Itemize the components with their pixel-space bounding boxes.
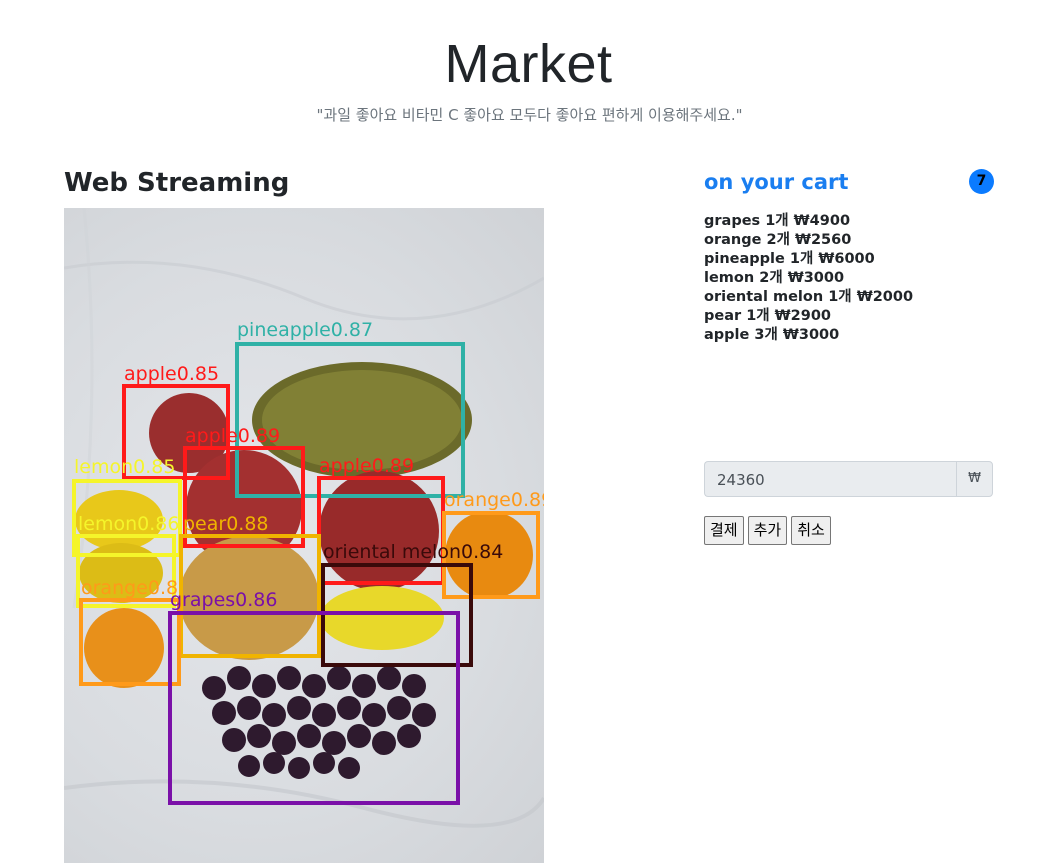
orange-image <box>84 608 164 688</box>
total-price-group: 24360 ₩ <box>704 461 993 497</box>
cart-item: pear 1개 ₩2900 <box>704 308 832 324</box>
cart-item: oriental melon 1개 ₩2000 <box>704 289 914 305</box>
oriental-melon-image <box>320 586 444 650</box>
detection-label: lemon0.86 <box>78 513 179 535</box>
detection-label: orange0.89 <box>444 489 544 511</box>
pay-button[interactable]: 결제 <box>704 516 744 545</box>
detection-label: apple0.89 <box>185 425 280 447</box>
detection-label: oriental melon0.84 <box>323 541 503 563</box>
detection-label: orange0.8 <box>81 577 178 599</box>
detection-label: grapes0.86 <box>170 589 277 611</box>
grapes-image <box>202 666 436 779</box>
cart-heading: on your cart <box>704 170 849 194</box>
detection-label: apple0.89 <box>319 455 414 477</box>
detection-label: apple0.85 <box>124 363 219 385</box>
page: Market "과일 좋아요 비타민 C 좋아요 모두다 좋아요 편하게 이용해… <box>0 0 1037 863</box>
cart-actions: 결제 추가 취소 <box>704 516 831 545</box>
stream-heading: Web Streaming <box>64 168 290 198</box>
currency-addon: ₩ <box>956 461 993 497</box>
cart-item: lemon 2개 ₩3000 <box>704 270 845 286</box>
web-stream-video: pineapple0.87 apple0.85 apple0.89 apple0… <box>64 208 544 863</box>
stream-detection-overlay: pineapple0.87 apple0.85 apple0.89 apple0… <box>64 208 544 828</box>
page-title: Market <box>444 34 613 94</box>
detection-label: pineapple0.87 <box>237 319 373 341</box>
cart-item: grapes 1개 ₩4900 <box>704 213 851 229</box>
detection-label: pear0.88 <box>183 513 269 535</box>
detection-label: lemon0.85 <box>74 456 175 478</box>
cart-item-list: grapes 1개 ₩4900 orange 2개 ₩2560 pineappl… <box>704 212 913 345</box>
cart-item: orange 2개 ₩2560 <box>704 232 852 248</box>
apple-image <box>319 471 439 591</box>
cart-item: pineapple 1개 ₩6000 <box>704 251 875 267</box>
total-price-field[interactable]: 24360 <box>704 461 956 497</box>
cart-item: apple 3개 ₩3000 <box>704 327 840 343</box>
add-button[interactable]: 추가 <box>747 516 788 545</box>
cart-count-badge: 7 <box>969 169 994 194</box>
cancel-button[interactable]: 취소 <box>791 516 831 545</box>
page-subtitle: "과일 좋아요 비타민 C 좋아요 모두다 좋아요 편하게 이용해주세요." <box>316 106 743 124</box>
